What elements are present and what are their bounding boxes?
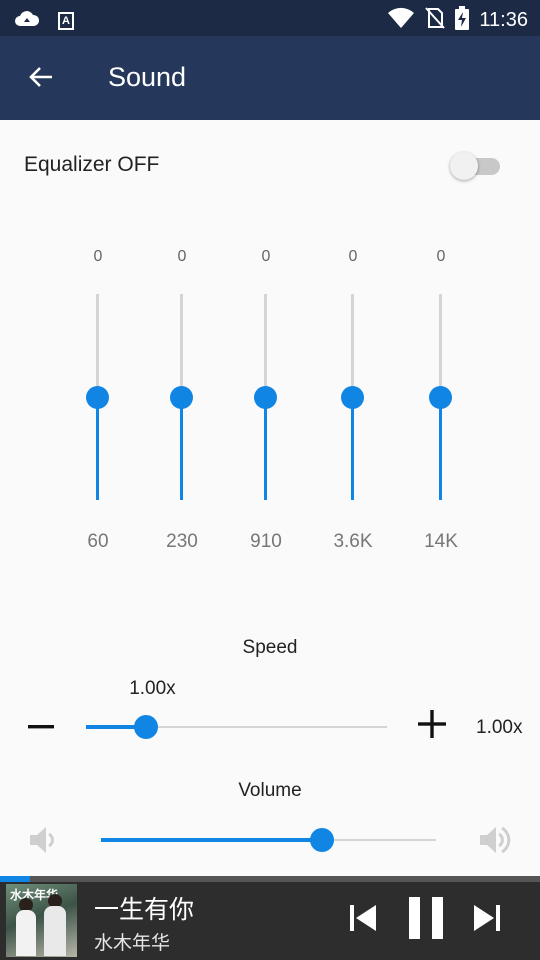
volume-slider-thumb[interactable] <box>310 828 335 852</box>
volume-high-icon[interactable] <box>476 820 516 860</box>
eq-slider-fill <box>264 397 267 500</box>
eq-gain-label: 0 <box>177 248 187 265</box>
eq-slider-thumb[interactable] <box>86 385 109 409</box>
speed-increase-button[interactable] <box>414 706 450 746</box>
speed-slider-thumb[interactable] <box>134 715 159 739</box>
equalizer-toggle[interactable] <box>450 150 500 180</box>
eq-slider-thumb[interactable] <box>170 385 193 409</box>
eq-slider-thumb[interactable] <box>341 385 364 409</box>
eq-gain-label: 0 <box>93 248 103 265</box>
mini-player[interactable]: 水木年华 一生有你 水木年华 <box>0 882 540 960</box>
font-a-icon: A <box>58 11 74 30</box>
volume-slider[interactable] <box>101 828 436 852</box>
eq-band-60: 0 60 <box>63 248 133 558</box>
eq-slider-thumb[interactable] <box>254 385 277 409</box>
eq-slider-thumb[interactable] <box>429 385 452 409</box>
volume-slider-fill <box>101 838 323 842</box>
skip-next-icon <box>472 904 502 937</box>
wifi-icon <box>387 7 415 34</box>
equalizer-label: Equalizer OFF <box>24 153 160 176</box>
plus-icon <box>418 709 446 743</box>
eq-band-3.6k: 0 3.6K <box>318 248 388 558</box>
app-bar: Sound <box>0 36 540 120</box>
battery-charging-icon <box>455 6 470 35</box>
song-title: 一生有你 <box>94 895 195 924</box>
skip-previous-button[interactable] <box>342 898 384 942</box>
skip-previous-icon <box>348 904 378 937</box>
eq-freq-label: 910 <box>250 531 282 552</box>
back-button[interactable] <box>18 56 64 102</box>
speed-label: Speed <box>242 637 298 658</box>
pause-button[interactable] <box>402 894 450 946</box>
eq-slider-fill <box>180 397 183 500</box>
eq-gain-label: 0 <box>348 248 358 265</box>
eq-slider-fill <box>439 397 442 500</box>
eq-gain-label: 0 <box>261 248 271 265</box>
eq-slider-fill <box>351 397 354 500</box>
cloud-icon <box>14 7 40 34</box>
eq-freq-label: 3.6K <box>333 531 373 552</box>
skip-next-button[interactable] <box>466 898 508 942</box>
equalizer-row: Equalizer OFF <box>0 120 540 210</box>
album-art[interactable]: 水木年华 <box>6 884 77 957</box>
eq-band-910: 0 910 <box>231 248 301 558</box>
speed-decrease-button[interactable] <box>24 706 58 746</box>
eq-slider-fill <box>96 397 99 500</box>
eq-gain-label: 0 <box>436 248 446 265</box>
speed-slider[interactable] <box>86 715 387 739</box>
arrow-back-icon <box>27 63 55 96</box>
clock: 11:36 <box>479 9 528 31</box>
page-title: Sound <box>108 62 187 92</box>
minus-icon <box>28 717 54 735</box>
speed-value: 1.00x <box>476 717 523 738</box>
eq-freq-label: 230 <box>166 531 198 552</box>
toggle-thumb <box>450 152 478 180</box>
volume-low-icon[interactable] <box>26 820 66 860</box>
volume-label: Volume <box>238 780 302 801</box>
eq-freq-label: 60 <box>87 531 109 552</box>
pause-icon <box>407 896 445 944</box>
eq-band-230: 0 230 <box>147 248 217 558</box>
eq-band-14k: 0 14K <box>406 248 476 558</box>
speed-value-bubble: 1.00x <box>129 678 176 699</box>
no-sim-icon <box>425 6 446 35</box>
status-bar: A 11:36 <box>0 0 540 36</box>
song-artist: 水木年华 <box>94 932 171 954</box>
eq-freq-label: 14K <box>424 531 458 552</box>
